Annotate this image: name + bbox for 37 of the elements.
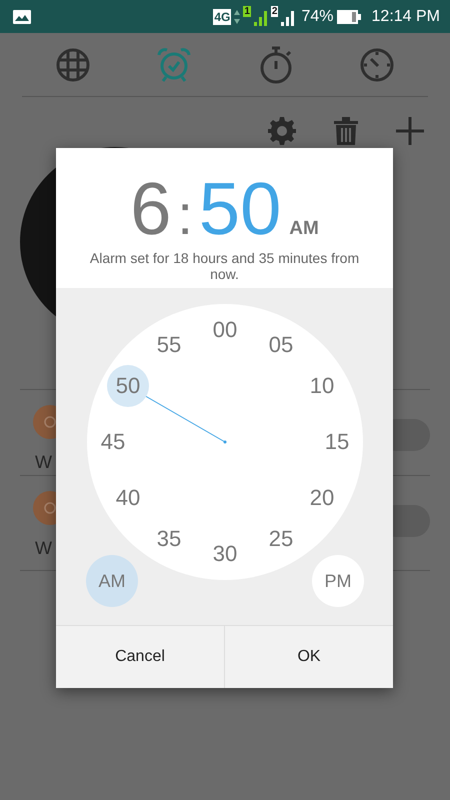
alarm-message: Alarm set for 18 hours and 35 minutes from now. xyxy=(88,250,360,282)
hour-display[interactable]: 6 xyxy=(130,170,172,248)
minute-label[interactable]: 15 xyxy=(324,429,350,454)
alarm-label: W xyxy=(35,452,52,473)
trash-icon[interactable] xyxy=(334,117,358,145)
period-display[interactable]: AM xyxy=(289,218,319,240)
period-button[interactable]: AM xyxy=(86,555,138,607)
battery-icon xyxy=(336,10,361,24)
minute-label[interactable]: 25 xyxy=(268,526,294,551)
minute-label[interactable]: 55 xyxy=(156,332,182,357)
minute-label[interactable]: 35 xyxy=(156,526,182,551)
globe-icon xyxy=(56,48,90,82)
settings-icon[interactable] xyxy=(268,117,296,145)
alarm-clock-icon xyxy=(156,46,192,82)
clock-center-dot xyxy=(224,440,226,444)
minute-label[interactable]: 40 xyxy=(116,485,140,510)
alarm-label: W xyxy=(35,538,52,559)
image-icon xyxy=(13,10,31,24)
sim-label: 1 xyxy=(243,6,251,17)
add-icon[interactable] xyxy=(396,117,424,145)
minute-label[interactable]: 10 xyxy=(310,373,334,398)
sim-label: 2 xyxy=(270,6,278,17)
time-separator: : xyxy=(177,182,193,248)
minute-label[interactable]: 20 xyxy=(310,485,334,510)
status-time: 12:14 PM xyxy=(372,8,440,26)
minute-label[interactable]: 30 xyxy=(212,541,238,566)
minute-label[interactable]: 50 xyxy=(116,373,140,398)
network-label: 4G xyxy=(213,8,232,24)
timer-icon xyxy=(360,48,394,82)
minute-label[interactable]: 00 xyxy=(212,317,238,342)
minute-display[interactable]: 50 xyxy=(198,170,282,248)
stopwatch-icon xyxy=(258,46,293,84)
minute-label[interactable]: 05 xyxy=(268,332,294,357)
battery-percent: 74% xyxy=(301,8,334,26)
data-arrows-icon xyxy=(234,8,240,24)
minute-label[interactable]: 45 xyxy=(100,429,126,454)
period-button[interactable]: PM xyxy=(312,555,364,607)
